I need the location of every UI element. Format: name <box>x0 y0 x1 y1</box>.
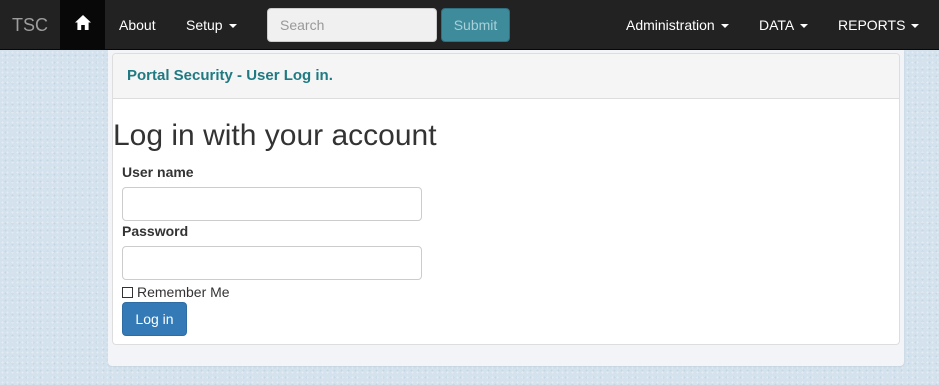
nav-administration-label: Administration <box>626 17 715 33</box>
login-button[interactable]: Log in <box>122 302 187 336</box>
username-label: User name <box>122 164 194 180</box>
content-container: Portal Security - User Log in. Log in wi… <box>108 50 904 366</box>
submit-button[interactable]: Submit <box>441 8 510 42</box>
remember-me-row[interactable]: Remember Me <box>122 284 230 300</box>
caret-down-icon <box>911 24 920 29</box>
login-panel: Portal Security - User Log in. Log in wi… <box>112 53 900 345</box>
nav-about-label: About <box>119 17 156 33</box>
caret-down-icon <box>720 24 729 29</box>
search-input[interactable] <box>267 8 437 42</box>
home-icon <box>74 15 91 35</box>
nav-about[interactable]: About <box>119 0 156 50</box>
top-navbar: TSC About Setup Submit Administration DA… <box>0 0 939 50</box>
nav-data-dropdown[interactable]: DATA <box>759 0 809 50</box>
password-label: Password <box>122 223 189 239</box>
page-title: Log in with your account <box>113 119 437 152</box>
caret-down-icon <box>228 24 237 29</box>
panel-heading: Portal Security - User Log in. <box>113 54 899 99</box>
remember-me-label[interactable]: Remember Me <box>137 284 230 300</box>
nav-reports-label: REPORTS <box>838 17 906 33</box>
nav-setup-label: Setup <box>186 17 223 33</box>
nav-data-label: DATA <box>759 17 795 33</box>
password-field[interactable] <box>122 246 422 280</box>
nav-setup-dropdown[interactable]: Setup <box>186 0 237 50</box>
nav-home[interactable] <box>60 0 105 50</box>
username-field[interactable] <box>122 187 422 221</box>
remember-me-checkbox[interactable] <box>122 286 133 298</box>
brand-logo[interactable]: TSC <box>0 0 60 50</box>
caret-down-icon <box>800 24 809 29</box>
nav-administration-dropdown[interactable]: Administration <box>626 0 729 50</box>
nav-reports-dropdown[interactable]: REPORTS <box>838 0 920 50</box>
